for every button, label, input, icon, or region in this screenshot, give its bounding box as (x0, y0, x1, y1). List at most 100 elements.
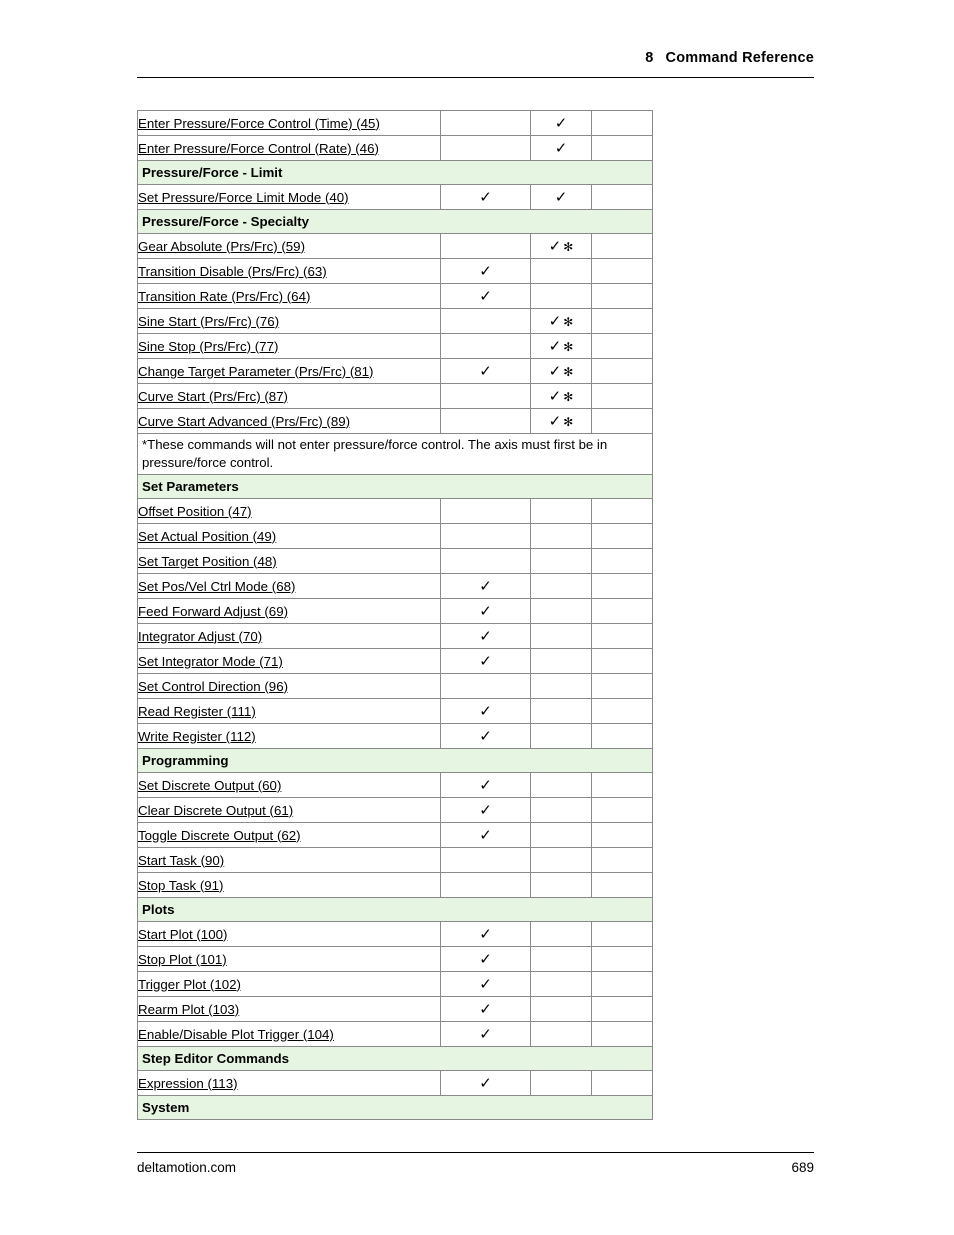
checkmark-cell-3 (591, 648, 653, 675)
command-link[interactable]: Change Target Parameter (Prs/Frc) (81) (137, 358, 441, 384)
command-label: Curve Start Advanced (Prs/Frc) (89) (138, 413, 351, 429)
command-link[interactable]: Set Target Position (48) (137, 548, 441, 575)
checkmark-cell-1: ✓ (440, 971, 531, 998)
command-link[interactable]: Sine Start (Prs/Frc) (76) (137, 308, 441, 334)
command-link[interactable]: Curve Start (Prs/Frc) (87) (137, 383, 441, 409)
command-link[interactable]: Set Control Direction (96) (137, 673, 441, 700)
checkmark-cell-3 (591, 673, 653, 700)
command-link[interactable]: Sine Stop (Prs/Frc) (77) (137, 333, 441, 359)
command-label: Enable/Disable Plot Trigger (104) (138, 1026, 334, 1042)
checkmark-cell-3 (591, 135, 653, 161)
checkmark-cell-2: ✓ (530, 110, 592, 136)
command-link[interactable]: Enter Pressure/Force Control (Rate) (46) (137, 135, 441, 161)
document-page: 8 Command Reference Enter Pressure/Force … (0, 0, 954, 1235)
checkmark-cell-2: ✓ ✻ (530, 358, 592, 384)
table-row: Feed Forward Adjust (69) ✓ (137, 598, 653, 625)
checkmark-cell-3 (591, 598, 653, 625)
footnote-text: *These commands will not enter pressure/… (137, 432, 653, 476)
section-label: Step Editor Commands (137, 1046, 653, 1072)
command-link[interactable]: Stop Task (91) (137, 872, 441, 899)
table-row: Sine Start (Prs/Frc) (76) ✓ ✻ (137, 308, 653, 334)
command-label: Sine Start (Prs/Frc) (76) (138, 313, 280, 329)
command-link[interactable]: Set Pressure/Force Limit Mode (40) (137, 184, 441, 210)
checkmark-cell-1 (440, 233, 531, 259)
checkmark-cell-3 (591, 847, 653, 874)
command-link[interactable]: Read Register (111) (137, 698, 441, 725)
command-label: Toggle Discrete Output (62) (138, 827, 301, 843)
footer-divider (137, 1152, 814, 1153)
table-section-header: Plots (137, 897, 653, 923)
command-link[interactable]: Start Plot (100) (137, 921, 441, 948)
command-link[interactable]: Set Integrator Mode (71) (137, 648, 441, 675)
table-row: Integrator Adjust (70) ✓ (137, 623, 653, 650)
checkmark-cell-1: ✓ (440, 1021, 531, 1048)
command-label: Set Actual Position (49) (138, 528, 277, 544)
command-label: Clear Discrete Output (61) (138, 802, 294, 818)
table-row: Sine Stop (Prs/Frc) (77) ✓ ✻ (137, 333, 653, 359)
checkmark-cell-1 (440, 498, 531, 525)
command-link[interactable]: Toggle Discrete Output (62) (137, 822, 441, 849)
command-link[interactable]: Stop Plot (101) (137, 946, 441, 973)
table-section-header: System (137, 1095, 653, 1121)
command-link[interactable]: Enter Pressure/Force Control (Time) (45) (137, 110, 441, 136)
command-label: Set Control Direction (96) (138, 678, 289, 694)
section-label: System (137, 1095, 653, 1121)
checkmark-cell-3 (591, 921, 653, 948)
checkmark-cell-1 (440, 872, 531, 899)
checkmark-cell-1 (440, 548, 531, 575)
checkmark-cell-2: ✓ ✻ (530, 408, 592, 434)
checkmark-cell-2 (530, 1070, 592, 1097)
command-link[interactable]: Clear Discrete Output (61) (137, 797, 441, 824)
checkmark-cell-3 (591, 333, 653, 359)
table-row: Read Register (111) ✓ (137, 698, 653, 725)
table-row: Curve Start Advanced (Prs/Frc) (89) ✓ ✻ (137, 408, 653, 434)
command-link[interactable]: Set Discrete Output (60) (137, 772, 441, 799)
table-row: Stop Plot (101) ✓ (137, 946, 653, 973)
checkmark-cell-3 (591, 1070, 653, 1097)
command-link[interactable]: Offset Position (47) (137, 498, 441, 525)
checkmark-cell-1 (440, 523, 531, 550)
table-row: Transition Rate (Prs/Frc) (64) ✓ (137, 283, 653, 309)
table-row: Enable/Disable Plot Trigger (104) ✓ (137, 1021, 653, 1048)
table-row: Expression (113) ✓ (137, 1070, 653, 1097)
table-row: Rearm Plot (103) ✓ (137, 996, 653, 1023)
command-label: Set Pos/Vel Ctrl Mode (68) (138, 578, 296, 594)
command-link[interactable]: Enable/Disable Plot Trigger (104) (137, 1021, 441, 1048)
command-label: Set Pressure/Force Limit Mode (40) (138, 189, 349, 205)
checkmark-cell-1 (440, 135, 531, 161)
checkmark-cell-3 (591, 110, 653, 136)
command-link[interactable]: Gear Absolute (Prs/Frc) (59) (137, 233, 441, 259)
checkmark-cell-2: ✓ (530, 184, 592, 210)
checkmark-cell-1: ✓ (440, 996, 531, 1023)
command-label: Offset Position (47) (138, 503, 252, 519)
checkmark-cell-2: ✓ ✻ (530, 308, 592, 334)
command-link[interactable]: Integrator Adjust (70) (137, 623, 441, 650)
checkmark-cell-2 (530, 598, 592, 625)
table-row: Offset Position (47) (137, 498, 653, 525)
command-link[interactable]: Set Actual Position (49) (137, 523, 441, 550)
command-link[interactable]: Feed Forward Adjust (69) (137, 598, 441, 625)
command-link[interactable]: Write Register (112) (137, 723, 441, 750)
command-link[interactable]: Curve Start Advanced (Prs/Frc) (89) (137, 408, 441, 434)
command-label: Gear Absolute (Prs/Frc) (59) (138, 238, 305, 254)
command-link[interactable]: Transition Rate (Prs/Frc) (64) (137, 283, 441, 309)
checkmark-cell-3 (591, 498, 653, 525)
command-link[interactable]: Rearm Plot (103) (137, 996, 441, 1023)
command-label: Enter Pressure/Force Control (Rate) (46) (138, 140, 379, 156)
command-label: Feed Forward Adjust (69) (138, 603, 289, 619)
table-row: Set Target Position (48) (137, 548, 653, 575)
footer-site: deltamotion.com (137, 1160, 237, 1175)
command-link[interactable]: Transition Disable (Prs/Frc) (63) (137, 258, 441, 284)
checkmark-cell-3 (591, 308, 653, 334)
table-section-header: Set Parameters (137, 474, 653, 500)
command-link[interactable]: Expression (113) (137, 1070, 441, 1097)
command-link[interactable]: Start Task (90) (137, 847, 441, 874)
checkmark-cell-2 (530, 996, 592, 1023)
table-row: Set Pos/Vel Ctrl Mode (68) ✓ (137, 573, 653, 600)
command-label: Sine Stop (Prs/Frc) (77) (138, 338, 279, 354)
command-link[interactable]: Trigger Plot (102) (137, 971, 441, 998)
checkmark-cell-1 (440, 308, 531, 334)
checkmark-cell-2 (530, 648, 592, 675)
command-link[interactable]: Set Pos/Vel Ctrl Mode (68) (137, 573, 441, 600)
checkmark-cell-3 (591, 283, 653, 309)
